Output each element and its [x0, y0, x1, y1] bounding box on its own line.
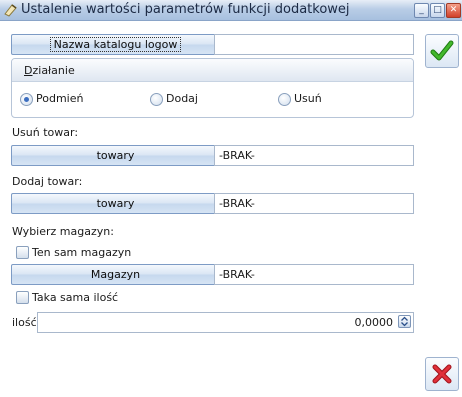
action-group-title: Działanie — [24, 64, 75, 77]
app-icon — [4, 4, 17, 17]
action-group-header: Działanie — [12, 59, 413, 82]
catalog-name-button[interactable]: Nazwa katalogu logow — [11, 34, 220, 55]
warehouse-button-label: Magazyn — [90, 268, 141, 281]
same-warehouse-checkbox[interactable] — [16, 246, 29, 259]
same-warehouse-label: Ten sam magazyn — [32, 246, 132, 259]
check-icon — [430, 40, 454, 61]
same-quantity-checkbox[interactable] — [16, 291, 29, 304]
close-button[interactable]: ✕ — [446, 3, 461, 18]
warehouse-label: Wybierz magazyn: — [12, 225, 114, 238]
catalog-name-field[interactable] — [214, 34, 414, 55]
quantity-label: ilość — [12, 316, 37, 329]
same-quantity-label: Taka sama ilość — [32, 291, 119, 304]
radio-remove-circle[interactable] — [278, 93, 291, 106]
quantity-spinner[interactable] — [398, 315, 411, 328]
spinner-arrows-icon — [401, 316, 408, 327]
add-items-button-label: towary — [96, 197, 135, 210]
add-item-field[interactable]: -BRAK- — [214, 193, 414, 214]
cancel-button[interactable] — [425, 357, 459, 391]
remove-items-button[interactable]: towary — [11, 145, 220, 166]
remove-items-button-label: towary — [96, 149, 135, 162]
ok-button[interactable] — [425, 34, 459, 68]
action-group-title-rest: ziałanie — [32, 64, 75, 77]
cross-icon — [432, 364, 452, 384]
quantity-field[interactable]: 0,0000 — [37, 312, 414, 333]
radio-replace-circle[interactable] — [20, 93, 33, 106]
remove-item-field[interactable]: -BRAK- — [214, 145, 414, 166]
window-title: Ustalenie wartości parametrów funkcji do… — [21, 2, 350, 17]
minimize-button[interactable]: _ — [414, 3, 429, 18]
remove-item-label: Usuń towar: — [12, 126, 79, 139]
add-item-label: Dodaj towar: — [12, 175, 83, 188]
catalog-name-button-label: Nazwa katalogu logow — [49, 37, 182, 52]
warehouse-field[interactable]: -BRAK- — [214, 264, 414, 285]
radio-remove-label: Usuń — [294, 92, 322, 105]
warehouse-button[interactable]: Magazyn — [11, 264, 220, 285]
maximize-button[interactable]: □ — [430, 3, 445, 18]
add-items-button[interactable]: towary — [11, 193, 220, 214]
radio-replace-label: Podmień — [36, 92, 84, 105]
title-bar: Ustalenie wartości parametrów funkcji do… — [0, 0, 462, 21]
radio-add-circle[interactable] — [150, 93, 163, 106]
action-groupbox: Działanie — [11, 58, 414, 118]
radio-selected-dot — [24, 97, 29, 102]
radio-add-label: Dodaj — [166, 92, 198, 105]
